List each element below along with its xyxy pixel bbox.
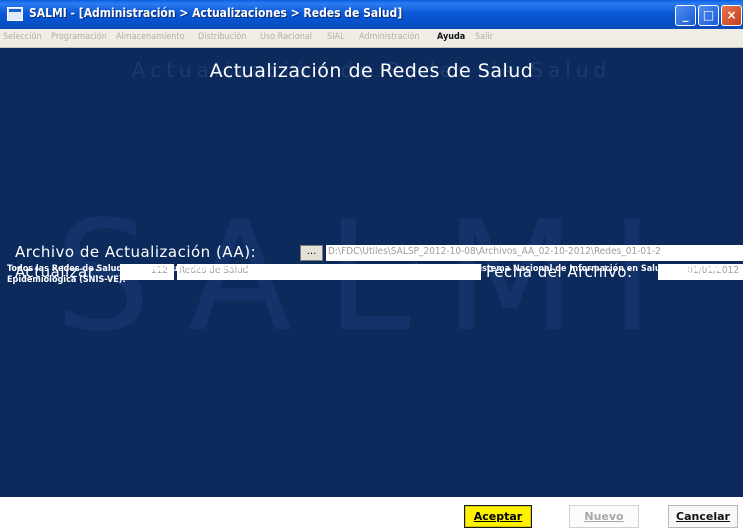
menu-seleccion: Selección [3, 32, 42, 42]
browse-button[interactable]: ... [300, 245, 323, 261]
menu-almacenamiento: Almacenamiento [116, 32, 185, 42]
close-button[interactable]: × [721, 5, 742, 26]
info-text: Todos las Redes de Salud que se actualic… [7, 264, 722, 285]
accept-button-label: Aceptar [473, 510, 523, 523]
archivo-path-field[interactable]: D:\FDC\Utiles\SALSP_2012-10-08\Archivos_… [326, 245, 743, 261]
menu-distribucion: Distribución [198, 32, 247, 42]
window-title: SALMI - [Administración > Actualizacione… [29, 6, 403, 20]
main-panel: SALMI Actualización de Redes de Salud Ac… [0, 48, 743, 497]
maximize-button[interactable]: □ [698, 5, 719, 26]
new-button: Nuevo [569, 505, 639, 528]
minimize-button[interactable]: _ [675, 5, 696, 26]
menu-salir: Salir [475, 32, 493, 42]
title-bar: SALMI - [Administración > Actualizacione… [0, 0, 743, 29]
menu-programacion: Programación [51, 32, 107, 42]
menu-ayuda[interactable]: Ayuda [437, 32, 465, 42]
menu-administracion: Administración [359, 32, 420, 42]
page-title: Actualización de Redes de Salud [209, 60, 534, 82]
menu-sial: SIAL [327, 32, 345, 42]
menu-uso-racional: Uso Racional [260, 32, 313, 42]
menu-bar: Selección Programación Almacenamiento Di… [0, 29, 743, 48]
app-icon [7, 7, 23, 21]
accept-button[interactable]: Aceptar [464, 505, 532, 528]
new-button-label: Nuevo [584, 510, 624, 523]
cancel-button-label: Cancelar [676, 510, 730, 523]
archivo-label: Archivo de Actualización (AA): [15, 243, 257, 261]
cancel-button[interactable]: Cancelar [668, 505, 738, 528]
